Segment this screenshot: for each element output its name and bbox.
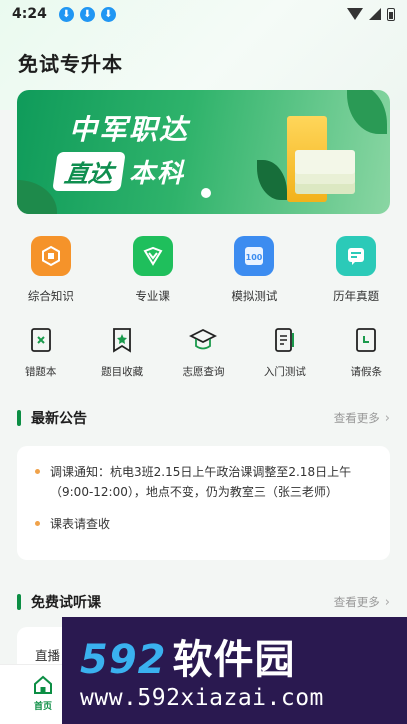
- promo-banner[interactable]: 中军职达 直达 本科: [17, 90, 390, 214]
- mistake-book-icon: [27, 325, 55, 355]
- download-icon: ⬇: [79, 6, 95, 22]
- feature-mock-test[interactable]: 100 模拟测试: [204, 236, 306, 304]
- home-icon: [34, 675, 52, 694]
- entry-test-icon: [271, 325, 299, 355]
- major-course-icon: [132, 236, 173, 276]
- tool-label: 入门测试: [263, 366, 306, 378]
- watermark-overlay: 592 软件园 www.592xiazai.com: [62, 617, 407, 724]
- battery-icon: [387, 7, 395, 21]
- section-title: 免费试听课: [31, 595, 101, 611]
- free-trial-header: 免费试听课 查看更多 ›: [17, 592, 390, 612]
- tool-mistake-book[interactable]: 错题本: [0, 325, 81, 379]
- tool-label: 题目收藏: [101, 366, 144, 378]
- watermark-brand-name: 软件园: [172, 637, 296, 683]
- watermark-url: www.592xiazai.com: [80, 685, 324, 711]
- feature-major-course[interactable]: 专业课: [102, 236, 204, 304]
- status-time: 4:24: [12, 6, 47, 22]
- tab-home[interactable]: 首页: [26, 675, 60, 712]
- bookmark-icon: [108, 325, 136, 355]
- announcement-item[interactable]: 课表请查收: [35, 514, 110, 534]
- leave-note-icon: [352, 325, 380, 355]
- tool-bookmark[interactable]: 题目收藏: [81, 325, 162, 379]
- watermark-brand: 592 软件园: [80, 627, 296, 685]
- announcements-header: 最新公告 查看更多 ›: [17, 408, 390, 428]
- section-accent-bar: [17, 594, 21, 610]
- view-more-announcements-link[interactable]: 查看更多 ›: [334, 410, 390, 426]
- tool-application-query[interactable]: 志愿查询: [163, 325, 244, 379]
- announcement-text: 课表请查收: [50, 517, 111, 531]
- feature-label: 历年真题: [333, 289, 380, 303]
- view-more-trial-link[interactable]: 查看更多 ›: [334, 594, 390, 610]
- signal-icon: [369, 8, 381, 20]
- announcement-card: 调课通知：杭电3班2.15日上午政治课调整至2.18日上午 （9:00-12:0…: [17, 446, 390, 560]
- carousel-indicator[interactable]: [201, 188, 211, 198]
- banner-headline: 中军职达: [69, 113, 190, 146]
- app-title: 免试专升本: [18, 52, 123, 76]
- feature-label: 综合知识: [27, 289, 74, 303]
- status-bar: 4:24 ⬇ ⬇ ⬇: [0, 0, 407, 28]
- feature-label: 专业课: [135, 289, 170, 303]
- past-exam-icon: [336, 236, 377, 276]
- mock-test-icon: 100: [234, 236, 275, 276]
- chevron-right-icon: ›: [384, 410, 390, 426]
- tool-grid: 错题本 题目收藏 志愿查询 入门测试 请假条: [0, 325, 407, 379]
- leaf-decoration: [17, 180, 57, 214]
- banner-tag: 直达: [52, 152, 126, 191]
- section-title: 最新公告: [31, 411, 87, 427]
- feature-label: 模拟测试: [231, 289, 278, 303]
- bullet-dot: [35, 521, 40, 526]
- tool-label: 请假条: [350, 366, 383, 378]
- download-icon: ⬇: [100, 6, 116, 22]
- watermark-brand-number: 592: [80, 637, 167, 683]
- tab-label: 首页: [33, 702, 52, 712]
- download-icon: ⬇: [58, 6, 74, 22]
- tool-label: 错题本: [24, 366, 57, 378]
- tool-leave-note[interactable]: 请假条: [326, 325, 407, 379]
- main-feature-grid: 综合知识 专业课 100 模拟测试 历年真题: [0, 236, 407, 304]
- view-more-label: 查看更多: [333, 411, 380, 425]
- leaf-decoration: [257, 160, 287, 200]
- feature-past-exam[interactable]: 历年真题: [305, 236, 407, 304]
- bullet-dot: [35, 469, 40, 474]
- tool-label: 志愿查询: [182, 366, 225, 378]
- view-more-label: 查看更多: [333, 595, 380, 609]
- chevron-right-icon: ›: [384, 594, 390, 610]
- graduation-cap-icon: [189, 325, 218, 355]
- feature-comprehensive-knowledge[interactable]: 综合知识: [0, 236, 102, 304]
- banner-subline: 本科: [129, 159, 186, 189]
- wifi-icon: [347, 8, 363, 20]
- announcement-text: （9:00-12:00），地点不变，仍为教室三（张三老师）: [50, 485, 338, 499]
- comprehensive-knowledge-icon: [30, 236, 71, 276]
- trial-course-label: 直播: [35, 648, 61, 663]
- section-accent-bar: [17, 410, 21, 426]
- announcement-text: 调课通知：杭电3班2.15日上午政治课调整至2.18日上午: [50, 465, 352, 479]
- announcement-item[interactable]: 调课通知：杭电3班2.15日上午政治课调整至2.18日上午 （9:00-12:0…: [35, 462, 351, 502]
- tool-entry-test[interactable]: 入门测试: [244, 325, 325, 379]
- books-illustration: [295, 150, 355, 174]
- svg-text:100: 100: [246, 253, 263, 262]
- leaf-decoration: [347, 90, 387, 134]
